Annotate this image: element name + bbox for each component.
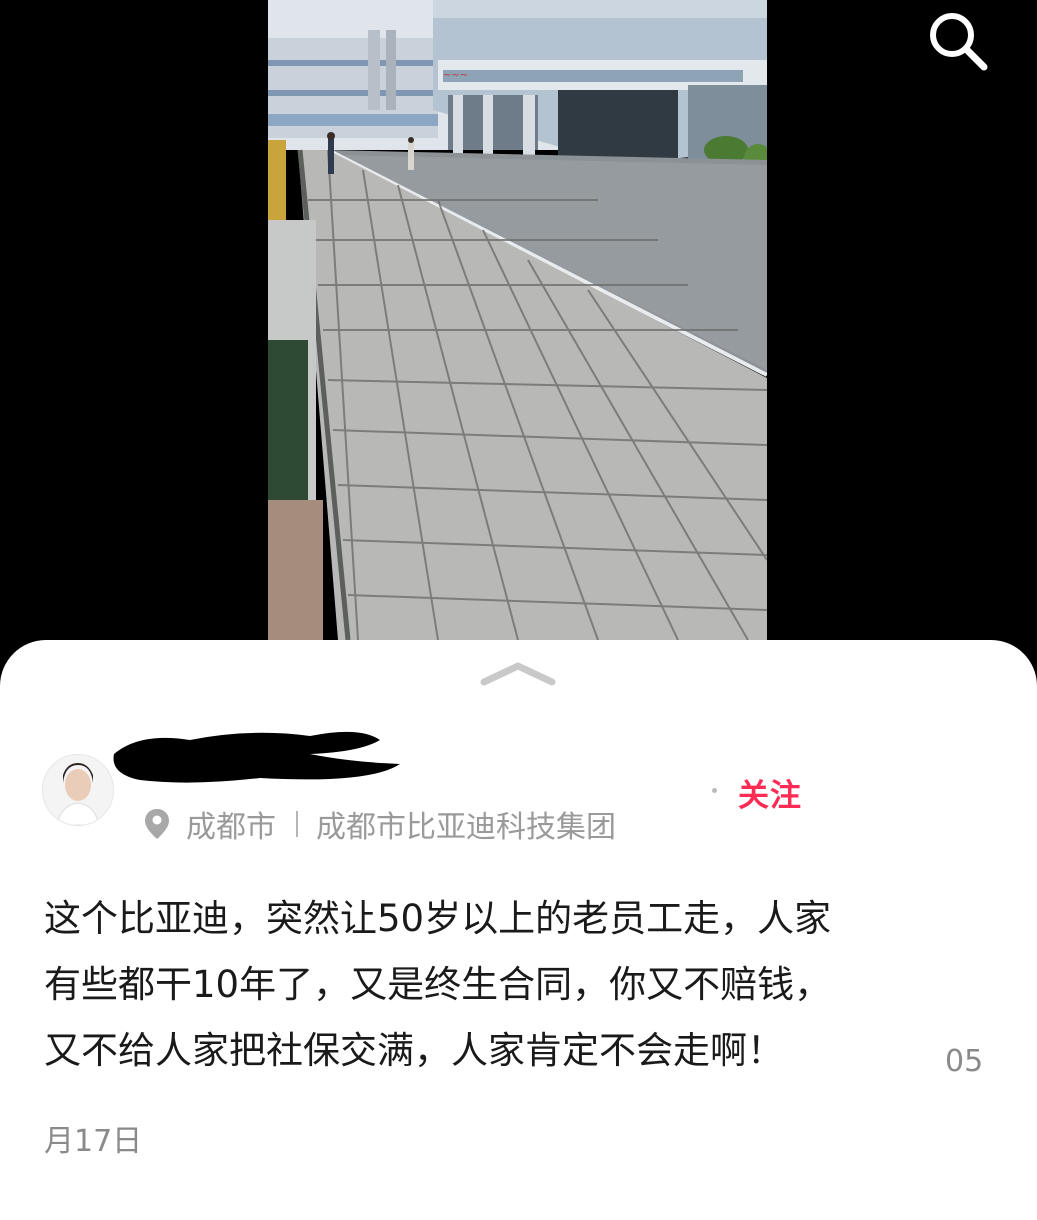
media-area: ~~~ bbox=[0, 0, 1037, 660]
post-line: 又不给人家把社保交满，人家肯定不会走啊！ bbox=[44, 1029, 784, 1072]
post-date-part2: 月17日 bbox=[44, 1124, 143, 1159]
location-row[interactable]: 成都市 成都市比亚迪科技集团 bbox=[144, 804, 616, 845]
redaction-mark bbox=[113, 731, 400, 783]
search-icon bbox=[930, 13, 988, 71]
svg-text:~~~: ~~~ bbox=[443, 70, 468, 81]
location-city: 成都市 bbox=[186, 810, 276, 845]
author-name-redacted[interactable] bbox=[110, 724, 410, 788]
post-body: 这个比亚迪，突然让50岁以上的老员工走，人家 有些都干10年了，又是终生合同，你… bbox=[44, 886, 994, 1084]
search-button[interactable] bbox=[922, 5, 992, 75]
location-pin-icon bbox=[145, 809, 169, 839]
post-line: 这个比亚迪，突然让50岁以上的老员工走，人家 bbox=[44, 897, 832, 940]
location-place: 成都市比亚迪科技集团 bbox=[316, 810, 616, 845]
post-date-part1: 05 bbox=[945, 1044, 984, 1079]
post-line: 有些都干10年了，又是终生合同，你又不赔钱， bbox=[44, 963, 832, 1006]
expand-handle[interactable] bbox=[478, 658, 558, 688]
separator-dot bbox=[712, 788, 717, 793]
follow-button[interactable]: 关注 bbox=[738, 770, 802, 815]
chevron-up-icon bbox=[480, 662, 556, 686]
location-divider bbox=[296, 811, 298, 837]
street-photo: ~~~ bbox=[268, 0, 767, 640]
post-detail-sheet: 关注 成都市 成都市比亚迪科技集团 这个比亚迪，突然让50岁以上的老员工走，人家… bbox=[0, 640, 1037, 1220]
avatar[interactable] bbox=[42, 754, 114, 826]
avatar-image bbox=[43, 755, 113, 825]
post-photo[interactable]: ~~~ bbox=[268, 0, 767, 640]
